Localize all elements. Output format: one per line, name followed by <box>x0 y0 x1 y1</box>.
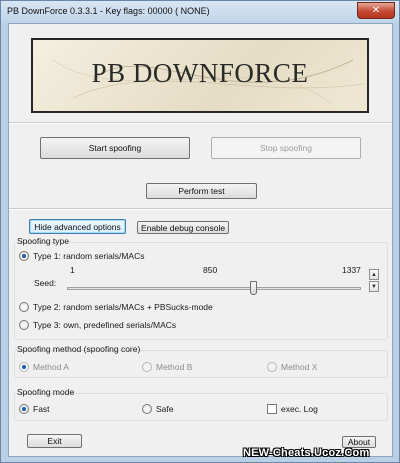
radio-unchecked-icon <box>142 362 152 372</box>
type3-radio[interactable]: Type 3: own, predefined serials/MACs <box>19 320 176 330</box>
spin-down-icon: ▼ <box>371 283 377 290</box>
spoofing-method-group <box>14 350 388 378</box>
banner-title: PB DOWNFORCE <box>91 58 309 88</box>
method-b-label: Method B <box>156 362 193 372</box>
close-icon: ✕ <box>371 5 381 16</box>
radio-unchecked-icon <box>19 302 29 312</box>
client-area: PB DOWNFORCE Start spoofing Stop spoofin… <box>8 23 393 457</box>
type2-radio[interactable]: Type 2: random serials/MACs + PBSucks-mo… <box>19 302 213 312</box>
stop-spoofing-button[interactable]: Stop spoofing <box>211 137 361 159</box>
method-x-radio[interactable]: Method X <box>267 362 317 372</box>
radio-checked-icon <box>19 251 29 261</box>
spoofing-type-label: Spoofing type <box>17 236 69 246</box>
spoofing-mode-group <box>14 393 388 421</box>
radio-unchecked-icon <box>267 362 277 372</box>
start-spoofing-button[interactable]: Start spoofing <box>40 137 190 159</box>
seed-min-label: 1 <box>70 265 75 275</box>
radio-checked-icon <box>19 362 29 372</box>
safe-label: Safe <box>156 404 174 414</box>
method-x-label: Method X <box>281 362 318 372</box>
perform-test-button[interactable]: Perform test <box>146 183 257 199</box>
spin-up-icon: ▲ <box>371 271 377 278</box>
radio-checked-icon <box>19 404 29 414</box>
checkbox-unchecked-icon <box>267 404 277 414</box>
type2-label: Type 2: random serials/MACs + PBSucks-mo… <box>33 302 213 312</box>
exec-log-checkbox[interactable]: exec. Log <box>267 404 318 414</box>
divider <box>9 208 392 210</box>
enable-debug-console-button[interactable]: Enable debug console <box>137 221 229 234</box>
safe-radio[interactable]: Safe <box>142 404 174 414</box>
spoofing-mode-label: Spoofing mode <box>17 387 75 397</box>
exit-button[interactable]: Exit <box>27 434 82 448</box>
fast-label: Fast <box>33 404 50 414</box>
method-a-label: Method A <box>33 362 69 372</box>
watermark-text: NEW-Cheats.Ucoz.Com <box>243 447 370 459</box>
seed-max-label: 1337 <box>342 265 361 275</box>
window-title: PB DownForce 0.3.3.1 - Key flags: 00000 … <box>7 6 210 16</box>
seed-spin-down-button[interactable]: ▼ <box>369 281 379 292</box>
fast-radio[interactable]: Fast <box>19 404 50 414</box>
method-b-radio[interactable]: Method B <box>142 362 192 372</box>
close-button[interactable]: ✕ <box>357 2 395 19</box>
exec-log-label: exec. Log <box>281 404 318 414</box>
hide-advanced-options-button[interactable]: Hide advanced options <box>29 219 126 234</box>
type1-radio[interactable]: Type 1: random serials/MACs <box>19 251 144 261</box>
seed-mid-label: 850 <box>203 265 218 275</box>
radio-unchecked-icon <box>19 320 29 330</box>
app-window: PB DownForce 0.3.3.1 - Key flags: 00000 … <box>0 0 400 463</box>
divider <box>9 122 392 124</box>
type3-label: Type 3: own, predefined serials/MACs <box>33 320 177 330</box>
type1-label: Type 1: random serials/MACs <box>33 251 145 261</box>
radio-unchecked-icon <box>142 404 152 414</box>
seed-label: Seed: <box>34 278 57 288</box>
title-bar[interactable]: PB DownForce 0.3.3.1 - Key flags: 00000 … <box>1 1 399 23</box>
spoofing-method-label: Spoofing method (spoofing core) <box>17 344 141 354</box>
seed-slider-track[interactable] <box>67 287 361 290</box>
method-a-radio[interactable]: Method A <box>19 362 69 372</box>
seed-spin-up-button[interactable]: ▲ <box>369 269 379 280</box>
seed-slider-thumb[interactable] <box>249 281 257 295</box>
logo-banner: PB DOWNFORCE <box>31 38 369 113</box>
